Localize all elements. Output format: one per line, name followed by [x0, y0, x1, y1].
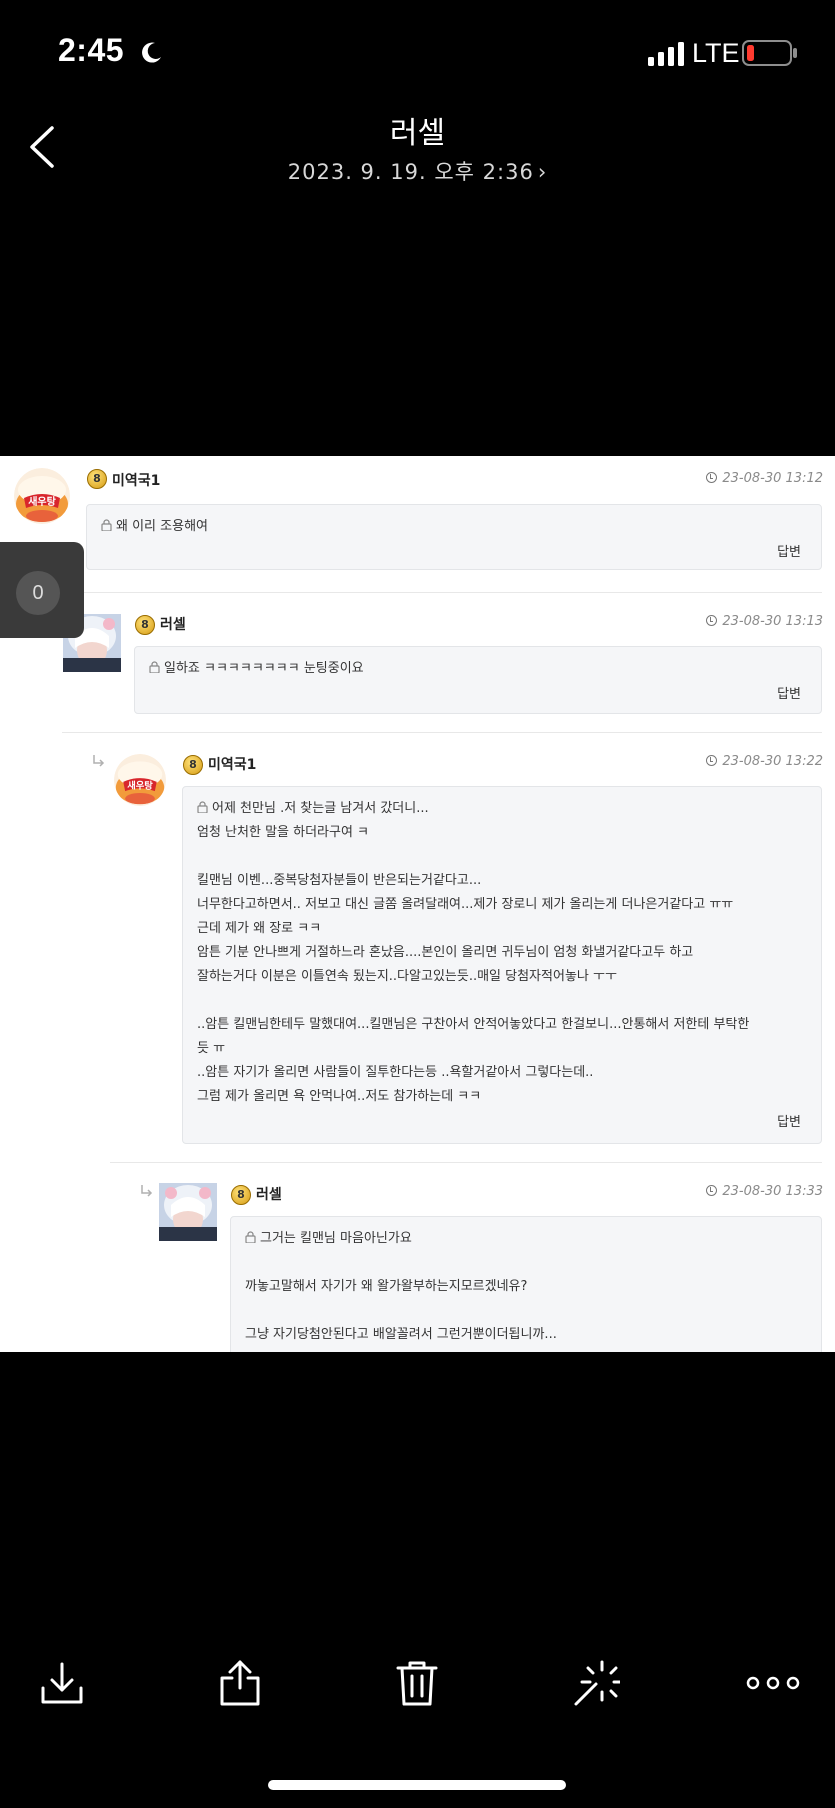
comment-body: 어제 천만님 .저 찾는글 남겨서 갔더니... 엄청 난처한 말을 하더라구여… — [182, 786, 822, 1144]
clock-icon — [706, 1185, 718, 1196]
reply-button[interactable]: 답변 — [777, 683, 801, 707]
home-indicator[interactable] — [268, 1780, 566, 1790]
clock-icon — [706, 615, 718, 626]
floating-overlay[interactable]: 0 — [0, 542, 84, 638]
clock-icon — [706, 472, 718, 483]
download-icon[interactable] — [37, 1658, 87, 1708]
comment-timestamp: 23-08-30 13:22 — [706, 754, 823, 769]
reply-button[interactable]: 답변 — [777, 1111, 801, 1135]
noodle-label: 새우탕 — [28, 495, 56, 508]
lock-icon — [149, 661, 160, 673]
chevron-right-icon: › — [537, 160, 548, 184]
share-icon[interactable] — [215, 1658, 265, 1708]
level-badge: 8 — [231, 1185, 251, 1205]
divider — [62, 732, 822, 733]
network-label: LTE — [692, 38, 740, 68]
divider — [62, 592, 822, 593]
header-title: 러셀 — [389, 116, 446, 151]
comment-author[interactable]: 미역국1 — [208, 754, 256, 774]
reply-button[interactable]: 답변 — [777, 541, 801, 565]
comment-author[interactable]: 러셀 — [160, 614, 186, 634]
header-date[interactable]: 2023. 9. 19. 오후 2:36 › — [0, 156, 835, 186]
status-bar: 2:45 LTE — [0, 0, 835, 100]
level-badge: 8 — [87, 469, 107, 489]
more-icon[interactable] — [746, 1658, 800, 1708]
comment-author[interactable]: 러셀 — [256, 1184, 282, 1204]
clock-icon — [706, 755, 718, 766]
reply-arrow-icon — [93, 755, 105, 767]
comment-body: 그거는 킬맨님 마음아닌가요 까놓고말해서 자기가 왜 왈가왈부하는지모르겠네유… — [230, 1216, 822, 1352]
magic-wand-icon[interactable] — [570, 1658, 620, 1708]
divider — [110, 1162, 822, 1163]
comment-timestamp: 23-08-30 13:12 — [706, 471, 823, 486]
comment-timestamp: 23-08-30 13:33 — [706, 1184, 823, 1199]
lock-icon — [197, 801, 208, 813]
avatar: 새우탕 — [14, 468, 70, 524]
comment-body: 왜 이리 조용해여 답변 — [86, 504, 822, 570]
lock-icon — [101, 519, 112, 531]
status-time: 2:45 — [58, 32, 125, 68]
avatar — [159, 1183, 217, 1241]
reply-arrow-icon — [141, 1185, 153, 1197]
noodle-label: 새우탕 — [127, 779, 153, 791]
trash-icon[interactable] — [392, 1658, 442, 1708]
comment-body: 일하죠 ㅋㅋㅋㅋㅋㅋㅋㅋ 눈팅중이요 답변 — [134, 646, 822, 714]
moon-icon — [142, 42, 161, 63]
comment-timestamp: 23-08-30 13:13 — [706, 614, 823, 629]
lock-icon — [245, 1231, 256, 1243]
level-badge: 8 — [135, 615, 155, 635]
signal-icon — [648, 42, 684, 66]
battery-icon — [742, 40, 797, 66]
avatar: 새우탕 — [114, 754, 166, 806]
comment-author[interactable]: 미역국1 — [112, 470, 160, 490]
level-badge: 8 — [183, 755, 203, 775]
photo-date: 2023. 9. 19. 오후 2:36 — [287, 160, 534, 184]
photo-view[interactable]: 새우탕 8 미역국1 23-08-30 13:12 왜 이리 조용해여 답변 8… — [0, 456, 835, 1352]
overlay-counter[interactable]: 0 — [16, 571, 60, 615]
